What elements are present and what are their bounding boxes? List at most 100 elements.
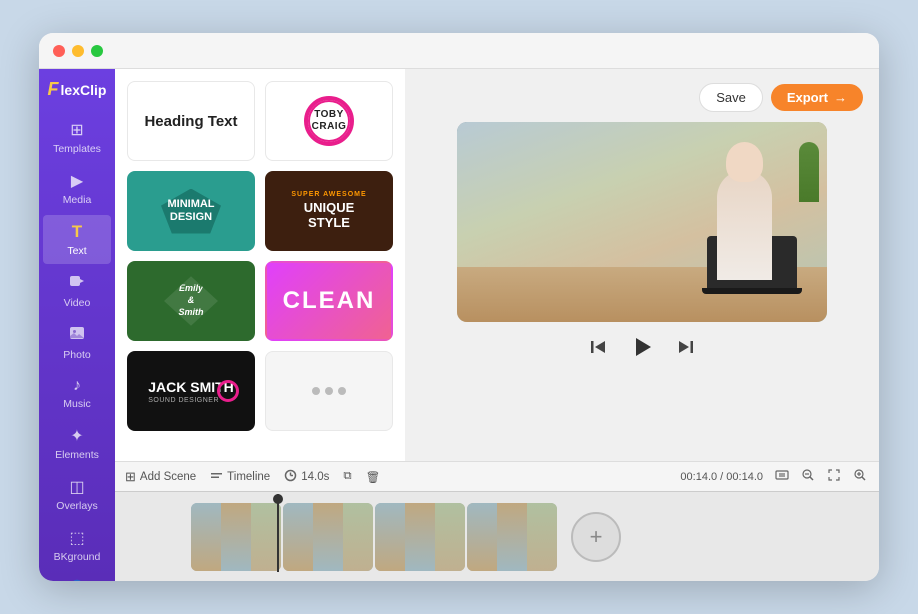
next-button[interactable] [673,334,699,360]
bottom-bar-left: ⊞ Add Scene Timeline 14.0s [125,469,666,485]
template-card-emily[interactable]: Emily&Smith [127,261,255,341]
text-icon: T [72,222,82,242]
toby-text: TOBYCRAIG [312,109,347,133]
bottom-bar-right: 00:14.0 / 00:14.0 [680,466,869,487]
delete-action[interactable]: 🗑 [366,470,381,484]
sidebar-item-overlays[interactable]: ◫ Overlays [43,470,111,519]
zoom-out-button[interactable] [799,466,817,487]
sidebar-item-templates[interactable]: ⊞ Templates [43,113,111,162]
timeline-clip-3[interactable] [375,503,465,571]
fit-button[interactable] [773,466,791,487]
top-bar: Save Export → [421,83,863,112]
minimize-button[interactable] [72,45,84,57]
sidebar-item-label: Photo [63,349,90,361]
logo-f-letter: F [48,79,59,100]
sidebar-item-elements[interactable]: ✦ Elements [43,419,111,468]
content-row: Heading Text TOBYCRAIG MINIMALDESIG [115,69,879,461]
toby-inner: TOBYCRAIG [304,96,354,146]
sidebar-item-video[interactable]: Video [43,266,111,316]
elements-icon: ✦ [70,426,83,446]
video-area: Save Export → [405,69,879,461]
video-controls [585,332,699,362]
timeline-area: + [115,491,879,581]
add-clip-button[interactable]: + [571,512,621,562]
dot-3 [338,387,346,395]
add-scene-action[interactable]: ⊞ Add Scene [125,469,196,485]
dots-inner [312,387,346,395]
sidebar-item-label: Overlays [56,500,97,512]
maximize-button[interactable] [91,45,103,57]
sidebar-item-bkground[interactable]: ⬚ BKground [43,521,111,570]
time-display: 00:14.0 / 00:14.0 [680,471,763,483]
timeline-label: Timeline [227,471,270,483]
sidebar-item-label: Media [63,194,92,206]
prev-button[interactable] [585,334,611,360]
duration-display: 14.0s [284,469,329,485]
clean-text: CLEAN [283,287,376,315]
heading-text-label: Heading Text [144,113,237,130]
templates-icon: ⊞ [70,120,83,140]
playhead [277,494,279,572]
dot-1 [312,387,320,395]
jack-circle-icon [217,380,239,402]
sidebar-item-watermark[interactable]: 👤 Watermark [43,572,111,581]
template-card-heading[interactable]: Heading Text [127,81,255,161]
template-card-more[interactable] [265,351,393,431]
template-card-toby[interactable]: TOBYCRAIG [265,81,393,161]
add-scene-label: Add Scene [140,471,196,483]
sidebar-item-label: Elements [55,449,99,461]
sidebar-item-label: BKground [54,551,101,563]
sidebar-item-label: Templates [53,143,101,155]
sidebar-item-text[interactable]: T Text [43,215,111,264]
timeline-action[interactable]: Timeline [210,469,270,485]
toby-circle: TOBYCRAIG [304,96,354,146]
title-bar [39,33,879,69]
video-icon [69,273,85,294]
sidebar-item-music[interactable]: ♪ Music [43,370,111,417]
template-card-jack[interactable]: JACK SMITH SOUND DESIGNER [127,351,255,431]
close-button[interactable] [53,45,65,57]
main-content: Heading Text TOBYCRAIG MINIMALDESIG [115,69,879,581]
emily-diamond: Emily&Smith [161,274,221,329]
plant [799,142,819,202]
zoom-in-button[interactable] [851,466,869,487]
timeline-clip-1[interactable] [191,503,281,571]
overlays-icon: ◫ [69,477,84,497]
jack-title: SOUND DESIGNER [148,397,219,404]
unique-sub: SUPER AWESOME [291,191,366,199]
photo-icon [69,325,85,346]
video-thumbnail [457,122,827,322]
timeline-clip-4[interactable] [467,503,557,571]
sidebar-item-label: Music [63,398,90,410]
music-icon: ♪ [73,377,81,395]
app-window: F lexClip ⊞ Templates ▶ Media T Text Vid… [39,33,879,581]
unique-text: SUPER AWESOME UNIQUESTYLE [291,191,366,231]
expand-button[interactable] [825,466,843,487]
export-label: Export [787,90,828,105]
timeline-controls [773,466,869,487]
timeline-clip-2[interactable] [283,503,373,571]
sidebar-item-media[interactable]: ▶ Media [43,164,111,213]
play-button[interactable] [627,332,657,362]
sidebar-item-label: Text [67,245,86,257]
template-card-clean[interactable]: CLEAN [265,261,393,341]
clock-icon [284,469,297,485]
template-card-minimal[interactable]: MINIMALDESIGN [127,171,255,251]
templates-panel: Heading Text TOBYCRAIG MINIMALDESIG [115,69,405,461]
copy-action[interactable]: ⧉ [343,470,351,483]
delete-icon: 🗑 [366,470,381,484]
bkground-icon: ⬚ [69,528,84,548]
sidebar-item-photo[interactable]: Photo [43,318,111,368]
laptop-base [702,288,802,294]
sidebar-item-label: Video [64,297,91,309]
minimal-text: MINIMALDESIGN [167,198,214,224]
copy-icon: ⧉ [343,470,351,483]
dot-2 [325,387,333,395]
template-card-unique[interactable]: SUPER AWESOME UNIQUESTYLE [265,171,393,251]
export-button[interactable]: Export → [771,84,863,111]
logo: F lexClip [42,79,113,100]
save-button[interactable]: Save [699,83,763,112]
timeline-icon [210,469,223,485]
export-arrow-icon: → [834,90,847,105]
person-head [726,142,763,182]
